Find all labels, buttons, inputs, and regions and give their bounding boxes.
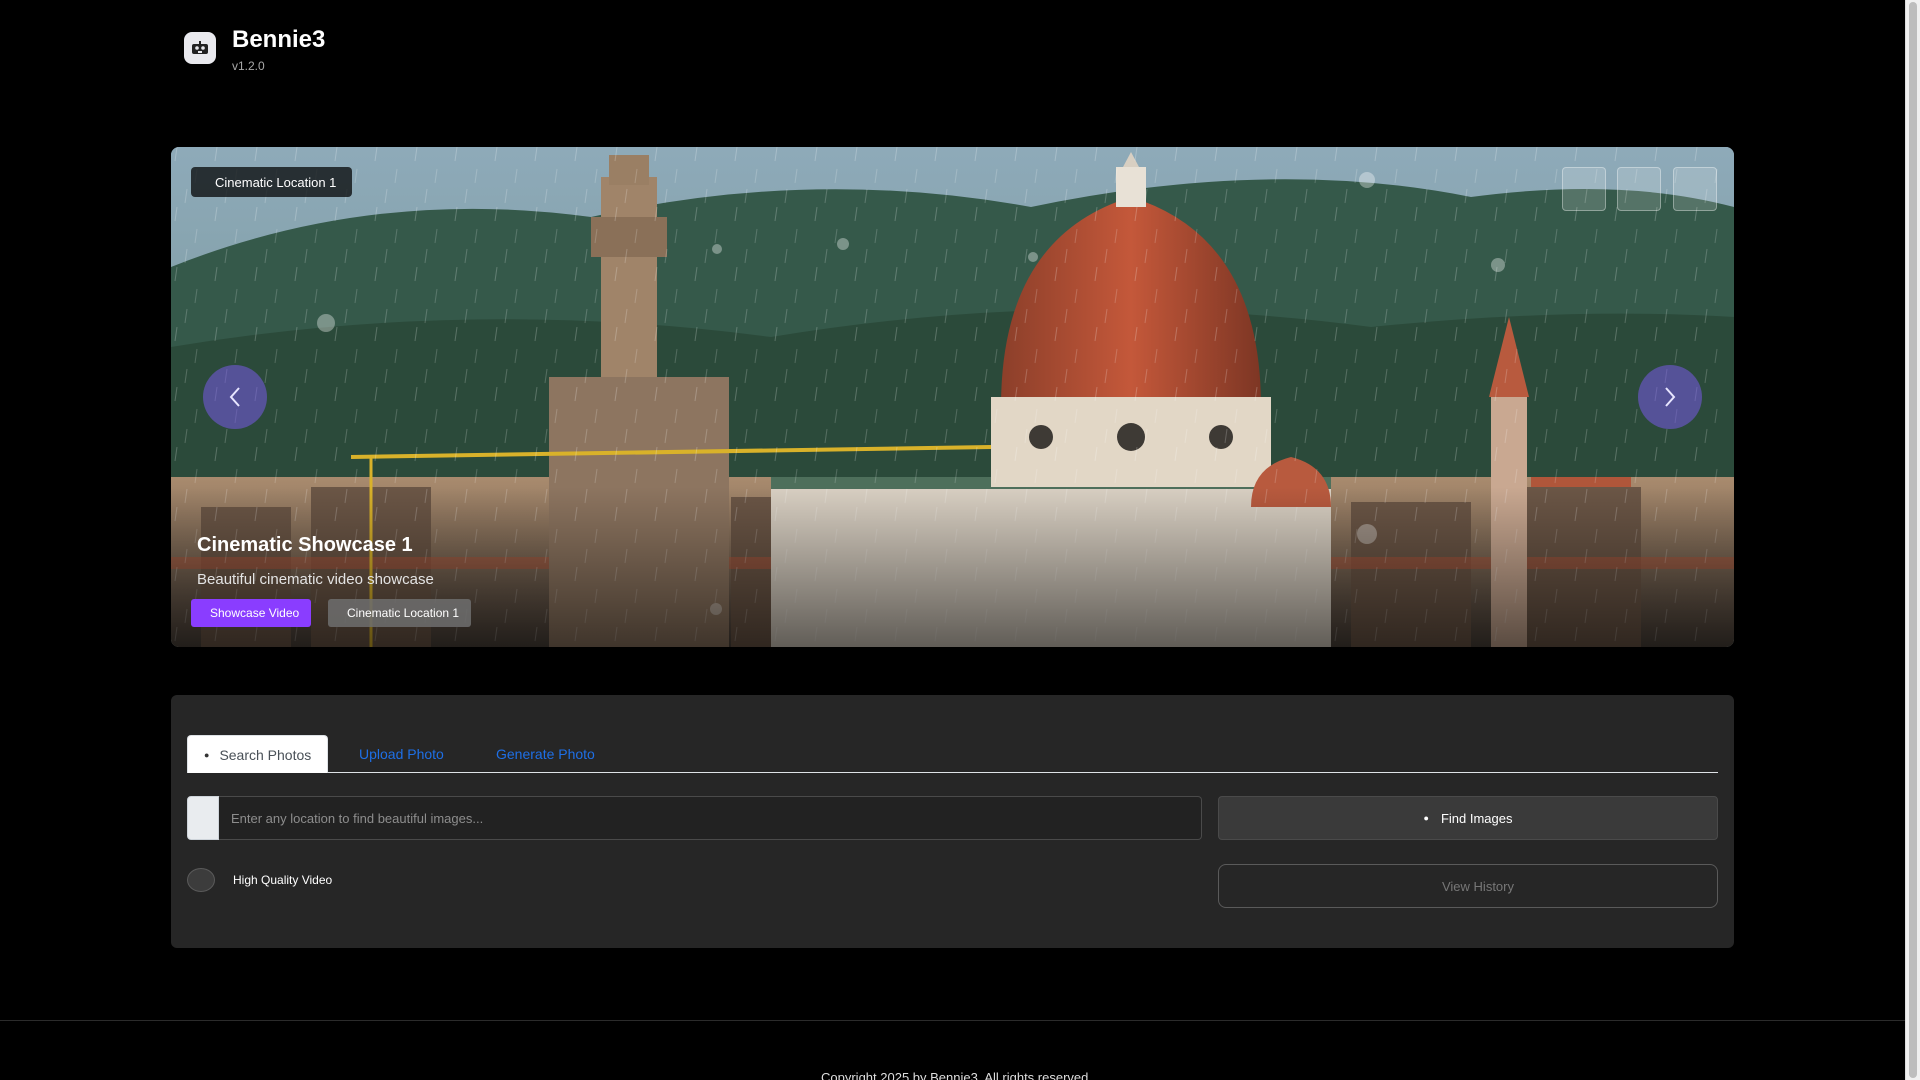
location-tag[interactable]: Cinematic Location 1 (328, 599, 472, 627)
footer-copyright: Copyright 2025 by Bennie3. All rights re… (821, 1070, 1092, 1080)
page-scrollbar[interactable] (1905, 0, 1920, 1080)
find-images-button[interactable]: ● Find Images (1218, 796, 1718, 840)
find-images-label: Find Images (1440, 810, 1513, 826)
tab-label: Generate Photo (496, 745, 595, 762)
brand: Bennie3 v1.2.0 (184, 28, 325, 72)
hq-video-toggle[interactable] (187, 868, 215, 892)
hero-control-button-3[interactable] (1673, 167, 1717, 211)
view-history-label: View History (1441, 878, 1514, 894)
hero-description: Beautiful cinematic video showcase (191, 571, 434, 588)
location-tag-label: Cinematic Location 1 (347, 606, 460, 620)
tab-label: Upload Photo (359, 745, 444, 762)
footer-divider (0, 1020, 1905, 1021)
tab-search-photos[interactable]: ● Search Photos (187, 735, 329, 773)
hero-location-label: Cinematic Location 1 (215, 174, 337, 190)
tab-bar: ● Search Photos Upload Photo Generate Ph… (187, 735, 1718, 773)
search-icon: ● (204, 749, 210, 760)
search-icon: ● (1423, 813, 1429, 823)
showcase-video-tag[interactable]: Showcase Video (191, 599, 312, 627)
carousel-next-button[interactable] (1638, 365, 1702, 429)
chevron-right-icon (1665, 387, 1676, 407)
view-history-button[interactable]: View History (1218, 864, 1718, 908)
scrollbar-thumb[interactable] (1909, 2, 1917, 1078)
chevron-left-icon (229, 387, 240, 407)
hero-description-text: Beautiful cinematic video showcase (197, 571, 434, 588)
hero-location-badge: Cinematic Location 1 (191, 167, 353, 197)
hero-title: Cinematic Showcase 1 (191, 534, 413, 557)
hero-title-text: Cinematic Showcase 1 (197, 534, 413, 556)
robot-icon (184, 32, 216, 64)
hero-control-button-2[interactable] (1617, 167, 1661, 211)
search-group (187, 796, 1202, 840)
footer: Copyright 2025 by Bennie3. All rights re… (0, 1070, 1905, 1080)
app-version: v1.2.0 (232, 59, 265, 73)
location-icon (187, 796, 219, 840)
app-title: Bennie3 (232, 26, 326, 53)
search-input[interactable] (219, 796, 1202, 840)
hq-video-label: High Quality Video (233, 873, 333, 887)
tab-generate-photo[interactable]: Generate Photo (486, 735, 595, 772)
carousel-prev-button[interactable] (203, 365, 267, 429)
tab-label: Search Photos (219, 746, 312, 763)
hero-carousel[interactable]: Cinematic Location 1 Cinematic Showcase … (171, 147, 1734, 647)
showcase-video-label: Showcase Video (210, 606, 300, 620)
hero-control-button-1[interactable] (1562, 167, 1606, 211)
search-panel: ● Search Photos Upload Photo Generate Ph… (171, 695, 1734, 948)
hq-video-option: High Quality Video (187, 868, 332, 892)
tab-upload-photo[interactable]: Upload Photo (349, 735, 444, 772)
